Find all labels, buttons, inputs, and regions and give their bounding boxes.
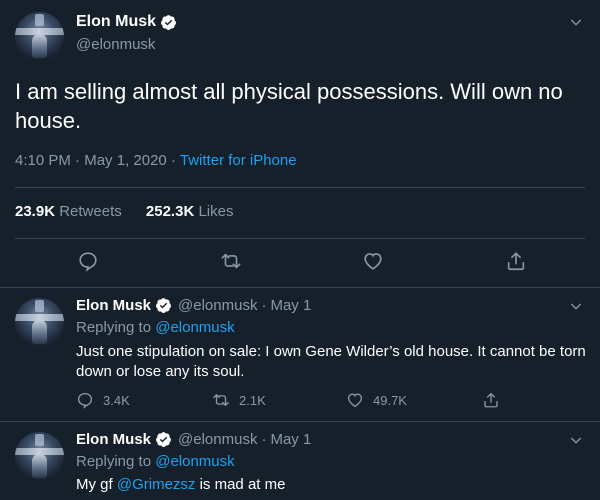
reply-button[interactable]: 3.4K xyxy=(76,391,130,409)
author-name[interactable]: Elon Musk xyxy=(76,297,151,314)
divider xyxy=(15,187,585,188)
reply-count: 3.4K xyxy=(103,392,130,408)
share-button[interactable] xyxy=(482,391,509,409)
like-icon[interactable] xyxy=(362,250,384,272)
share-icon[interactable] xyxy=(505,250,527,272)
tweet-timestamp-row: 4:10 PM · May 1, 2020 · Twitter for iPho… xyxy=(15,152,297,169)
avatar-image-detail xyxy=(32,454,47,478)
tweet-time[interactable]: 4:10 PM xyxy=(15,152,71,169)
author-name[interactable]: Elon Musk xyxy=(76,13,156,31)
avatar-image-detail xyxy=(35,300,44,312)
like-count: 49.7K xyxy=(373,392,407,408)
avatar[interactable] xyxy=(15,432,64,481)
separator-dot: · xyxy=(75,152,81,169)
reply-tweet[interactable]: Elon Musk @elonmusk · May 1 Replying to … xyxy=(0,422,600,500)
chevron-down-icon[interactable] xyxy=(568,14,584,30)
share-icon xyxy=(484,392,498,408)
reply-text: My gf @Grimezsz is mad at me xyxy=(76,475,586,495)
avatar-image-detail xyxy=(35,434,44,446)
tweet-date[interactable]: May 1, 2020 xyxy=(84,152,167,169)
avatar[interactable] xyxy=(15,298,64,347)
replying-to-label: Replying to xyxy=(76,453,152,470)
reply-icon xyxy=(77,392,93,409)
author-handle[interactable]: @elonmusk xyxy=(76,36,155,53)
reply-tweet[interactable]: Elon Musk @elonmusk · May 1 Replying to … xyxy=(0,288,600,421)
separator-dot: · xyxy=(261,431,267,448)
reply-text-end: is mad at me xyxy=(199,476,286,493)
author-name[interactable]: Elon Musk xyxy=(76,431,151,448)
tweet-source[interactable]: Twitter for iPhone xyxy=(180,152,297,169)
reply-text-start: My gf xyxy=(76,476,113,493)
divider xyxy=(15,238,585,239)
retweets-label: Retweets xyxy=(59,203,122,220)
avatar-image-detail xyxy=(35,14,44,26)
verified-badge-icon xyxy=(156,298,171,313)
likes-label: Likes xyxy=(198,203,234,220)
retweet-button[interactable]: 2.1K xyxy=(212,391,266,409)
replying-to-mention[interactable]: @elonmusk xyxy=(155,453,234,470)
retweets-stat[interactable]: 23.9K Retweets xyxy=(15,203,126,220)
verified-badge-icon xyxy=(161,14,176,30)
main-tweet: Elon Musk @elonmusk I am selling almost … xyxy=(0,0,600,287)
reply-date[interactable]: May 1 xyxy=(270,431,311,448)
reply-actions: 3.4K 2.1K 49.7K xyxy=(76,391,516,411)
reply-header: Elon Musk @elonmusk · May 1 xyxy=(76,431,311,448)
tweet-actions xyxy=(0,250,600,274)
reply-date[interactable]: May 1 xyxy=(270,297,311,314)
separator-dot: · xyxy=(261,297,267,314)
likes-stat[interactable]: 252.3K Likes xyxy=(146,203,234,220)
avatar-image-detail xyxy=(32,320,47,344)
author-name-row[interactable]: Elon Musk xyxy=(76,13,177,31)
avatar[interactable] xyxy=(15,12,64,61)
like-button[interactable]: 49.7K xyxy=(346,391,407,409)
author-handle[interactable]: @elonmusk xyxy=(178,297,257,314)
replying-to-label: Replying to xyxy=(76,319,152,336)
reply-icon[interactable] xyxy=(77,250,99,272)
verified-badge-icon xyxy=(156,432,171,447)
retweet-icon xyxy=(213,394,229,406)
avatar-image-detail xyxy=(32,34,47,58)
author-handle-row: @elonmusk xyxy=(76,36,155,53)
retweets-count: 23.9K xyxy=(15,203,56,220)
retweet-count: 2.1K xyxy=(239,392,266,408)
engagement-stats: 23.9K Retweets 252.3K Likes xyxy=(15,203,253,220)
reply-header: Elon Musk @elonmusk · May 1 xyxy=(76,297,311,314)
replying-to: Replying to @elonmusk xyxy=(76,453,235,470)
replying-to: Replying to @elonmusk xyxy=(76,319,235,336)
chevron-down-icon[interactable] xyxy=(568,432,584,448)
tweet-text: I am selling almost all physical possess… xyxy=(15,79,563,133)
separator-dot: · xyxy=(170,152,176,169)
likes-count: 252.3K xyxy=(145,203,195,220)
like-icon xyxy=(347,393,363,408)
chevron-down-icon[interactable] xyxy=(568,298,584,314)
replying-to-mention[interactable]: @elonmusk xyxy=(155,319,234,336)
reply-text: Just one stipulation on sale: I own Gene… xyxy=(76,343,586,380)
mention-link[interactable]: @Grimezsz xyxy=(117,476,196,493)
author-handle[interactable]: @elonmusk xyxy=(178,431,257,448)
retweet-icon[interactable] xyxy=(220,250,242,272)
